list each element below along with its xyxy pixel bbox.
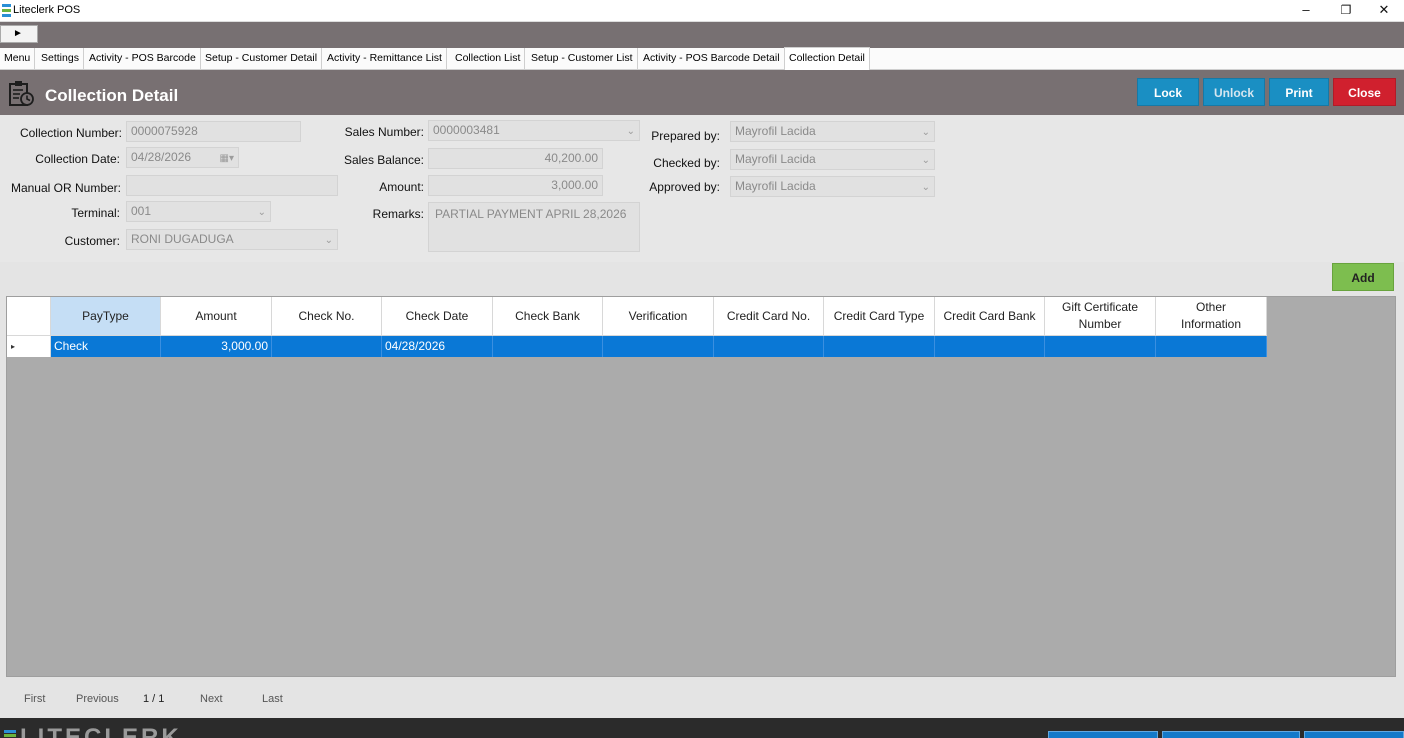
calendar-icon[interactable]: ▦▾ (220, 149, 234, 167)
cell-amount[interactable]: 3,000.00 (161, 336, 272, 357)
lock-button[interactable]: Lock (1137, 78, 1199, 106)
cell-other-information[interactable] (1156, 336, 1267, 357)
terminal-value: 001 (131, 204, 152, 218)
tab-collection-detail[interactable]: Collection Detail (784, 47, 870, 70)
prepared-by-value: Mayrofil Lacida (735, 124, 816, 138)
app-icon (2, 4, 11, 17)
row-selector[interactable]: ▸ (7, 336, 51, 357)
approved-by-label: Approved by: (649, 180, 720, 194)
checked-by-label: Checked by: (653, 156, 720, 170)
print-button[interactable]: Print (1269, 78, 1329, 106)
row-header-column (7, 297, 51, 336)
customer-select[interactable]: RONI DUGADUGA ⌄ (126, 229, 338, 250)
chevron-down-icon[interactable]: ⌄ (258, 203, 266, 221)
approved-by-value: Mayrofil Lacida (735, 179, 816, 193)
column-header-amount[interactable]: Amount (161, 297, 272, 336)
status-footer: LITECLERK (0, 718, 1404, 738)
chevron-down-icon[interactable]: ⌄ (922, 123, 930, 141)
collection-date-field[interactable]: 04/28/2026 ▦▾ (126, 147, 239, 168)
column-header-paytype[interactable]: PayType (51, 297, 161, 336)
approved-by-select[interactable]: Mayrofil Lacida ⌄ (730, 176, 935, 197)
column-header-other-information[interactable]: Other Information (1156, 297, 1267, 336)
column-header-verification[interactable]: Verification (603, 297, 714, 336)
pager-first-button[interactable]: First (24, 693, 45, 705)
chevron-down-icon[interactable]: ⌄ (325, 231, 333, 249)
cell-verification[interactable] (603, 336, 714, 357)
collection-date-label: Collection Date: (35, 152, 120, 166)
column-header-check-date[interactable]: Check Date (382, 297, 493, 336)
checked-by-select[interactable]: Mayrofil Lacida ⌄ (730, 149, 935, 170)
pager-next-button[interactable]: Next (200, 693, 223, 705)
tab-menu[interactable]: Menu (0, 48, 36, 70)
sales-balance-field[interactable]: 40,200.00 (428, 148, 603, 169)
manual-or-number-label: Manual OR Number: (10, 181, 121, 195)
minimize-icon[interactable]: – (1286, 0, 1326, 22)
collection-number-label: Collection Number: (19, 126, 122, 140)
pager-previous-button[interactable]: Previous (76, 693, 119, 705)
cell-check-bank[interactable] (493, 336, 603, 357)
menu-toggle-button[interactable]: ► (0, 25, 38, 43)
tab-activity-remittance-list[interactable]: Activity - Remittance List (323, 48, 447, 70)
page-title: Collection Detail (45, 86, 179, 105)
document-icon (9, 81, 34, 106)
cell-credit-card-type[interactable] (824, 336, 935, 357)
tab-setup-customer-detail[interactable]: Setup - Customer Detail (201, 48, 323, 70)
sales-number-select[interactable]: 0000003481 ⌄ (428, 120, 640, 141)
table-row[interactable]: Check 3,000.00 04/28/2026 (51, 336, 1267, 357)
terminal-label: Terminal: (71, 206, 120, 220)
cell-credit-card-no[interactable] (714, 336, 824, 357)
payment-lines-grid: PayType Amount Check No. Check Date Chec… (6, 296, 1396, 677)
column-header-check-no[interactable]: Check No. (272, 297, 382, 336)
cell-check-no[interactable] (272, 336, 382, 357)
window-title: Liteclerk POS (13, 4, 81, 16)
column-header-check-bank[interactable]: Check Bank (493, 297, 603, 336)
tab-strip: Menu Settings Activity - POS Barcode Set… (0, 47, 1404, 70)
cell-check-date[interactable]: 04/28/2026 (382, 336, 493, 357)
column-header-credit-card-type[interactable]: Credit Card Type (824, 297, 935, 336)
restore-icon[interactable]: ❐ (1326, 0, 1366, 22)
window-titlebar: Liteclerk POS – ❐ ✕ (0, 0, 1404, 22)
collection-date-value: 04/28/2026 (131, 150, 192, 164)
page-header: Collection Detail Lock Unlock Print Clos… (0, 70, 1404, 115)
tab-settings[interactable]: Settings (37, 48, 84, 70)
prepared-by-label: Prepared by: (651, 129, 720, 143)
pager-last-button[interactable]: Last (262, 693, 283, 705)
remarks-label: Remarks: (372, 207, 424, 221)
sales-balance-label: Sales Balance: (343, 153, 424, 167)
cell-gift-certificate-number[interactable] (1045, 336, 1156, 357)
sales-number-value: 0000003481 (433, 123, 500, 137)
tab-activity-pos-barcode-detail[interactable]: Activity - POS Barcode Detail (639, 48, 785, 70)
cell-paytype[interactable]: Check (51, 336, 161, 357)
close-window-icon[interactable]: ✕ (1364, 0, 1404, 22)
column-header-credit-card-no[interactable]: Credit Card No. (714, 297, 824, 336)
remarks-field[interactable]: PARTIAL PAYMENT APRIL 28,2026 (428, 202, 640, 252)
amount-field[interactable]: 3,000.00 (428, 175, 603, 196)
cell-credit-card-bank[interactable] (935, 336, 1045, 357)
chevron-down-icon[interactable]: ⌄ (922, 151, 930, 169)
customer-label: Customer: (64, 234, 120, 248)
sales-number-label: Sales Number: (344, 125, 424, 139)
column-header-credit-card-bank[interactable]: Credit Card Bank (935, 297, 1045, 336)
unlock-button[interactable]: Unlock (1203, 78, 1265, 106)
chevron-down-icon[interactable]: ⌄ (922, 178, 930, 196)
add-button[interactable]: Add (1332, 263, 1394, 291)
customer-value: RONI DUGADUGA (131, 232, 234, 246)
close-button[interactable]: Close (1333, 78, 1396, 106)
status-segment (1304, 731, 1404, 738)
tab-setup-customer-list[interactable]: Setup - Customer List (527, 48, 638, 70)
collection-number-field[interactable]: 0000075928 (126, 121, 301, 142)
amount-label: Amount: (379, 180, 424, 194)
footer-brand: LITECLERK (20, 724, 182, 738)
tab-activity-pos-barcode[interactable]: Activity - POS Barcode (85, 48, 201, 70)
checked-by-value: Mayrofil Lacida (735, 152, 816, 166)
terminal-select[interactable]: 001 ⌄ (126, 201, 271, 222)
status-segment (1048, 731, 1158, 738)
menubar: ► (0, 22, 1404, 48)
prepared-by-select[interactable]: Mayrofil Lacida ⌄ (730, 121, 935, 142)
footer-logo-icon (4, 730, 16, 738)
status-segment (1162, 731, 1300, 738)
tab-collection-list[interactable]: Collection List (451, 48, 526, 70)
column-header-gift-certificate-number[interactable]: Gift Certificate Number (1045, 297, 1156, 336)
pager-page-indicator: 1 / 1 (143, 693, 165, 705)
